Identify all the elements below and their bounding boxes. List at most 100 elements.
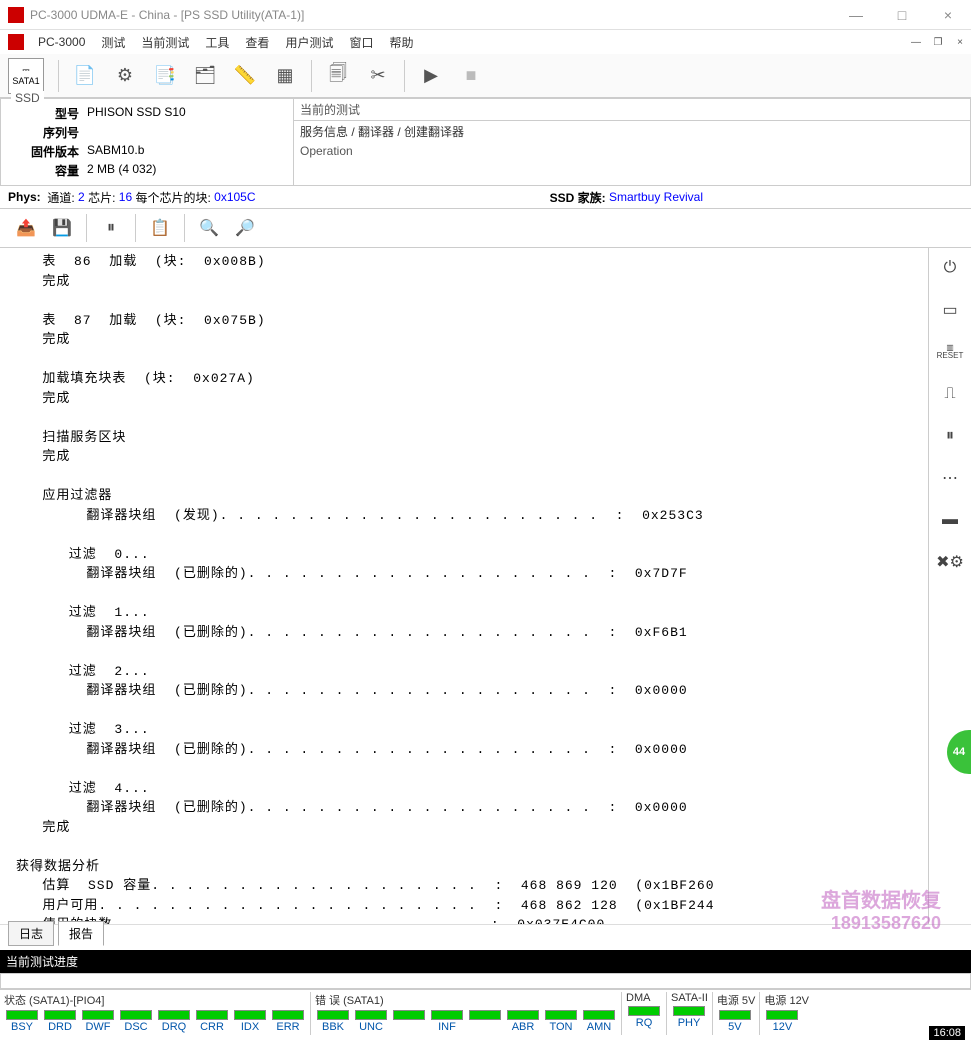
led-label: DRQ	[162, 1021, 186, 1033]
current-test-label: 当前的测试	[294, 99, 970, 121]
menu-current-test[interactable]: 当前测试	[133, 34, 197, 51]
phys-prefix: Phys:	[8, 190, 41, 204]
status-group-12v: 电源 12V 12V	[760, 990, 813, 1037]
tab-report[interactable]: 报告	[58, 921, 104, 946]
tb-icon-2[interactable]: ⚙	[109, 60, 141, 92]
pause-side-icon[interactable]: ⏸	[936, 422, 964, 450]
tab-log[interactable]: 日志	[8, 921, 54, 946]
power-icon[interactable]: ⏻	[936, 254, 964, 282]
led-DRD: DRD	[42, 1010, 78, 1033]
tb-icon-7[interactable]: 🗐	[322, 60, 354, 92]
tb-icon-4[interactable]: 🗂	[189, 60, 221, 92]
maximize-button[interactable]: □	[879, 0, 925, 30]
mdi-logo-icon	[8, 34, 24, 50]
save-icon[interactable]: 💾	[48, 214, 76, 242]
led-PHY: PHY	[671, 1006, 707, 1029]
led-TON: TON	[543, 1010, 579, 1033]
toolbar-separator	[184, 214, 185, 242]
led-box	[628, 1006, 660, 1016]
copy-icon[interactable]: 📋	[146, 214, 174, 242]
toolbar-separator	[58, 60, 59, 92]
export-icon[interactable]: 📤	[12, 214, 40, 242]
led-ERR: ERR	[270, 1010, 306, 1033]
led-box	[469, 1010, 501, 1020]
status-group-error: 错 误 (SATA1) BBKUNCINFABRTONAMN	[311, 990, 621, 1037]
ssd-panel: SSD 型号PHISON SSD S10 序列号 固件版本SABM10.b 容量…	[0, 98, 294, 186]
log-output[interactable]: 表 86 加载 (块: 0x008B) 完成 表 87 加载 (块: 0x075…	[0, 248, 929, 924]
chip-icon[interactable]: ▭	[936, 296, 964, 324]
led-CRR: CRR	[194, 1010, 230, 1033]
window-controls: — □ ×	[833, 0, 971, 30]
port-label: SATA1	[12, 76, 39, 86]
led-ABR: ABR	[505, 1010, 541, 1033]
led-box	[583, 1010, 615, 1020]
led-label: 5V	[728, 1021, 741, 1033]
led-IDX: IDX	[232, 1010, 268, 1033]
settings-icon[interactable]: ✖⚙	[936, 548, 964, 576]
module-icon[interactable]: ▬	[936, 506, 964, 534]
led-box	[393, 1010, 425, 1020]
tb-icon-1[interactable]: 📄	[69, 60, 101, 92]
led-blank	[391, 1010, 427, 1033]
play-button[interactable]: ▶	[415, 60, 447, 92]
led-BBK: BBK	[315, 1010, 351, 1033]
stop-button[interactable]: ■	[455, 60, 487, 92]
find-next-icon[interactable]: 🔎	[231, 214, 259, 242]
status-group-dma: DMA RQ	[622, 990, 666, 1037]
led-label: PHY	[678, 1017, 701, 1029]
right-panel: 当前的测试 服务信息 / 翻译器 / 创建翻译器 Operation	[294, 98, 971, 186]
model-value: PHISON SSD S10	[87, 105, 186, 122]
connector-icon[interactable]: ⎍	[936, 380, 964, 408]
error-title: 错 误 (SATA1)	[315, 992, 617, 1008]
led-box	[317, 1010, 349, 1020]
tb-icon-8[interactable]: ✂	[362, 60, 394, 92]
led-box	[44, 1010, 76, 1020]
phys-family-label: SSD 家族:	[550, 189, 606, 206]
mdi-close-button[interactable]: ×	[950, 33, 970, 51]
find-icon[interactable]: 🔍	[195, 214, 223, 242]
status-group-sata2: SATA-II PHY	[667, 990, 712, 1037]
fw-value: SABM10.b	[87, 143, 144, 160]
led-label: IDX	[241, 1021, 259, 1033]
led-box	[234, 1010, 266, 1020]
menu-app[interactable]: PC-3000	[30, 35, 93, 49]
led-box	[158, 1010, 190, 1020]
menubar: PC-3000 测试 当前测试 工具 查看 用户测试 窗口 帮助 — ❐ ×	[0, 30, 971, 54]
tb-icon-5[interactable]: 📏	[229, 60, 261, 92]
led-INF: INF	[429, 1010, 465, 1033]
led-box	[82, 1010, 114, 1020]
pause-icon[interactable]: ⏸	[97, 214, 125, 242]
progress-bar	[0, 973, 971, 989]
menu-window[interactable]: 窗口	[341, 34, 381, 51]
toolbar-separator	[404, 60, 405, 92]
led-box	[272, 1010, 304, 1020]
port-tab-sata1[interactable]: ⎓ SATA1	[8, 58, 44, 94]
mdi-restore-button[interactable]: ❐	[928, 33, 948, 51]
phys-ch-label: 通道:	[47, 189, 74, 206]
led-AMN: AMN	[581, 1010, 617, 1033]
menu-tools[interactable]: 工具	[197, 34, 237, 51]
menu-user-test[interactable]: 用户测试	[277, 34, 341, 51]
led-box	[545, 1010, 577, 1020]
phys-bar: Phys: 通道: 2 芯片: 16 每个芯片的块: 0x105C SSD 家族…	[0, 186, 971, 208]
serial-label: 序列号	[9, 124, 79, 141]
led-label: ABR	[512, 1021, 535, 1033]
close-button[interactable]: ×	[925, 0, 971, 30]
menu-help[interactable]: 帮助	[381, 34, 421, 51]
led-DWF: DWF	[80, 1010, 116, 1033]
led-blank	[467, 1010, 503, 1033]
minimize-button[interactable]: —	[833, 0, 879, 30]
fw-label: 固件版本	[9, 143, 79, 160]
dots-icon[interactable]: ⋯	[936, 464, 964, 492]
menu-view[interactable]: 查看	[237, 34, 277, 51]
reset-icon[interactable]: ▥RESET	[936, 338, 964, 366]
tb-icon-6[interactable]: ▦	[269, 60, 301, 92]
menu-test[interactable]: 测试	[93, 34, 133, 51]
tb-icon-3[interactable]: 📑	[149, 60, 181, 92]
mdi-minimize-button[interactable]: —	[906, 33, 926, 51]
cap-value: 2 MB (4 032)	[87, 162, 156, 179]
led-box	[507, 1010, 539, 1020]
toolbar-separator	[311, 60, 312, 92]
toolbar-separator	[135, 214, 136, 242]
window-title: PC-3000 UDMA-E - China - [PS SSD Utility…	[30, 8, 833, 22]
